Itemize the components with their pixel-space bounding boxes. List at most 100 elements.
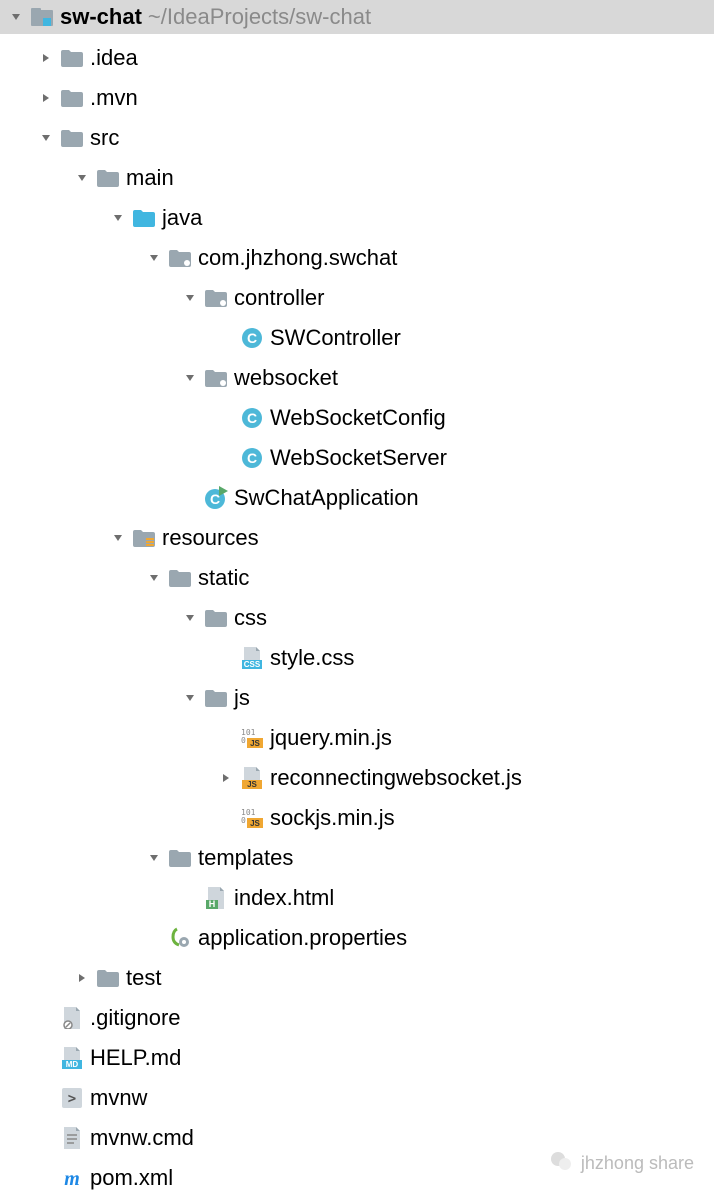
svg-text:H: H: [209, 899, 216, 909]
tree-item-label: css: [234, 605, 267, 631]
tree-item-java[interactable]: java: [0, 198, 714, 238]
folder-icon: [96, 966, 120, 990]
class-icon: C: [240, 406, 264, 430]
tree-item-templates[interactable]: templates: [0, 838, 714, 878]
chevron-right-icon[interactable]: [38, 50, 54, 66]
chevron-right-icon[interactable]: [38, 90, 54, 106]
chevron-down-icon[interactable]: [110, 530, 126, 546]
tree-item-label: style.css: [270, 645, 354, 671]
folder-icon: [168, 846, 192, 870]
class-icon: C: [240, 326, 264, 350]
svg-text:>: >: [68, 1091, 76, 1107]
tree-item-application-properties[interactable]: application.properties: [0, 918, 714, 958]
svg-text:C: C: [247, 330, 257, 346]
tree-item-test[interactable]: test: [0, 958, 714, 998]
tree-item-label: SWController: [270, 325, 401, 351]
chevron-down-icon[interactable]: [182, 690, 198, 706]
chevron-down-icon[interactable]: [110, 210, 126, 226]
chevron-down-icon[interactable]: [146, 850, 162, 866]
tree-item-label: WebSocketServer: [270, 445, 447, 471]
folder-icon: [168, 566, 192, 590]
tree-item-label: sockjs.min.js: [270, 805, 395, 831]
tree-item-help-md[interactable]: MDHELP.md: [0, 1038, 714, 1078]
chevron-down-icon[interactable]: [146, 570, 162, 586]
svg-text:JS: JS: [247, 780, 257, 789]
svg-text:m: m: [64, 1168, 80, 1189]
tree-item-controller[interactable]: controller: [0, 278, 714, 318]
tree-item-label: controller: [234, 285, 324, 311]
svg-text:C: C: [247, 410, 257, 426]
tree-item-label: src: [90, 125, 119, 151]
package-icon: [204, 286, 228, 310]
svg-text:C: C: [210, 491, 220, 507]
tree-item-jquery-min-js[interactable]: 1010JSjquery.min.js: [0, 718, 714, 758]
watermark-text: jhzhong share: [581, 1153, 694, 1174]
project-tree[interactable]: .idea .mvn srcmain java com.jhzhong.swchat co…: [0, 34, 714, 1198]
folder-resources-icon: [132, 526, 156, 550]
tree-item-label: java: [162, 205, 202, 231]
tree-item-label: test: [126, 965, 161, 991]
folder-icon: [60, 86, 84, 110]
tree-item-label: .mvn: [90, 85, 138, 111]
js-min-icon: 1010JS: [240, 806, 264, 830]
tree-item-swchatapplication[interactable]: CSwChatApplication: [0, 478, 714, 518]
package-icon: [168, 246, 192, 270]
folder-icon: [204, 606, 228, 630]
folder-icon: [204, 686, 228, 710]
tree-item-sockjs-min-js[interactable]: 1010JSsockjs.min.js: [0, 798, 714, 838]
tree-item-resources[interactable]: resources: [0, 518, 714, 558]
project-root-header[interactable]: sw-chat ~/IdeaProjects/sw-chat: [0, 0, 714, 34]
tree-item-main[interactable]: main: [0, 158, 714, 198]
tree-item--gitignore[interactable]: .gitignore: [0, 998, 714, 1038]
tree-item-label: main: [126, 165, 174, 191]
tree-item-label: com.jhzhong.swchat: [198, 245, 397, 271]
module-folder-icon: [30, 5, 54, 29]
js-icon: JS: [240, 766, 264, 790]
chevron-down-icon[interactable]: [182, 290, 198, 306]
svg-text:MD: MD: [66, 1060, 79, 1069]
css-icon: CSS: [240, 646, 264, 670]
tree-item-style-css[interactable]: CSS style.css: [0, 638, 714, 678]
tree-item-com-jhzhong-swchat[interactable]: com.jhzhong.swchat: [0, 238, 714, 278]
tree-item-reconnectingwebsocket-js[interactable]: JSreconnectingwebsocket.js: [0, 758, 714, 798]
chevron-down-icon[interactable]: [146, 250, 162, 266]
tree-item-label: application.properties: [198, 925, 407, 951]
tree-item-websocketserver[interactable]: C WebSocketServer: [0, 438, 714, 478]
svg-text:JS: JS: [250, 819, 260, 828]
md-icon: MD: [60, 1046, 84, 1070]
watermark: jhzhong share: [549, 1149, 694, 1178]
svg-text:C: C: [247, 450, 257, 466]
tree-item-label: jquery.min.js: [270, 725, 392, 751]
shell-icon: >: [60, 1086, 84, 1110]
chevron-down-icon[interactable]: [182, 610, 198, 626]
tree-item--mvn[interactable]: .mvn: [0, 78, 714, 118]
class-run-icon: C: [204, 486, 228, 510]
svg-text:CSS: CSS: [244, 660, 261, 669]
tree-item-label: pom.xml: [90, 1165, 173, 1191]
project-path: ~/IdeaProjects/sw-chat: [148, 4, 371, 30]
tree-item-css[interactable]: css: [0, 598, 714, 638]
svg-text:JS: JS: [250, 739, 260, 748]
tree-item-index-html[interactable]: Hindex.html: [0, 878, 714, 918]
js-min-icon: 1010JS: [240, 726, 264, 750]
chevron-down-icon[interactable]: [74, 170, 90, 186]
chevron-right-icon[interactable]: [218, 770, 234, 786]
chevron-right-icon[interactable]: [74, 970, 90, 986]
tree-item-websocketconfig[interactable]: CWebSocketConfig: [0, 398, 714, 438]
folder-icon: [60, 126, 84, 150]
chevron-down-icon[interactable]: [182, 370, 198, 386]
tree-item-websocket[interactable]: websocket: [0, 358, 714, 398]
tree-item-label: templates: [198, 845, 293, 871]
tree-item-static[interactable]: static: [0, 558, 714, 598]
tree-item-mvnw[interactable]: >mvnw: [0, 1078, 714, 1118]
chevron-down-icon[interactable]: [38, 130, 54, 146]
maven-icon: m: [60, 1166, 84, 1190]
tree-item--idea[interactable]: .idea: [0, 38, 714, 78]
tree-item-swcontroller[interactable]: C SWController: [0, 318, 714, 358]
text-icon: [60, 1126, 84, 1150]
tree-item-label: .idea: [90, 45, 138, 71]
tree-item-src[interactable]: src: [0, 118, 714, 158]
tree-item-js[interactable]: js: [0, 678, 714, 718]
svg-text:0: 0: [241, 736, 246, 745]
properties-icon: [168, 926, 192, 950]
